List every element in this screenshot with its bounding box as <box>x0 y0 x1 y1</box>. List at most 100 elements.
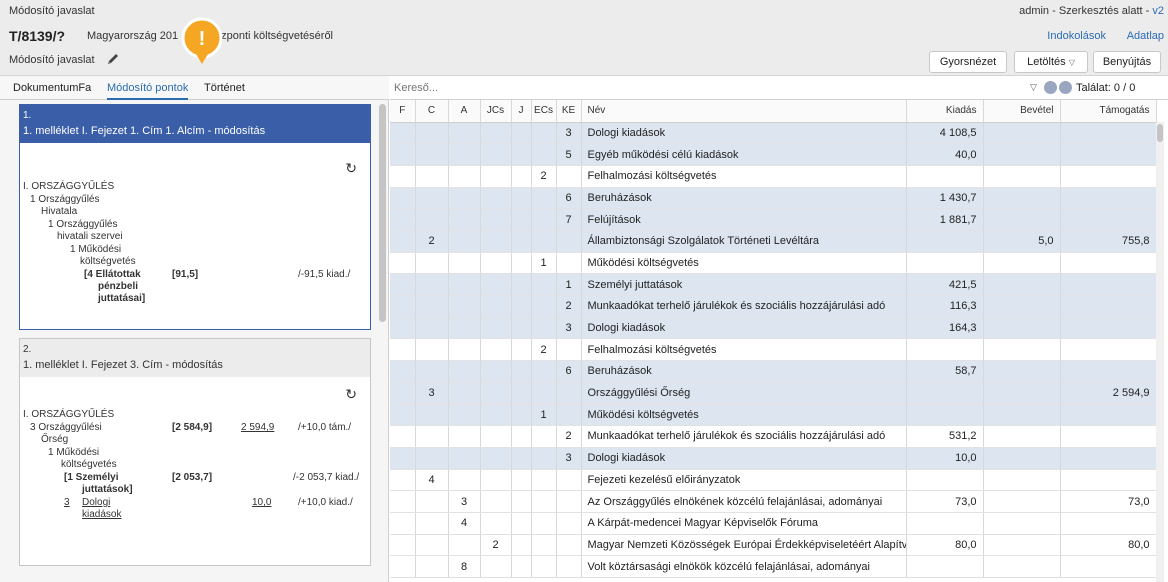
tree-new-value: 2 594,9 <box>241 422 275 433</box>
table-row[interactable]: 5 Egyéb működési célú kiadások 40,0 <box>390 143 1157 166</box>
cell-bevetel <box>983 208 1061 231</box>
cell-tamogatas <box>1060 317 1157 340</box>
alert-symbol: ! <box>199 28 206 50</box>
col-header-f[interactable]: F <box>390 100 416 123</box>
indoklasok-link[interactable]: Indokolások <box>1047 30 1106 42</box>
app-title: Módosító javaslat <box>9 5 95 17</box>
cell-nev: Dologi kiadások <box>581 317 907 340</box>
cell-j <box>511 534 532 557</box>
alert-icon[interactable]: ! <box>176 14 228 66</box>
col-header-a[interactable]: A <box>448 100 481 123</box>
cell-kiadas <box>906 230 984 253</box>
cell-nev: Működési költségvetés <box>581 252 907 275</box>
cell-a <box>448 208 481 231</box>
tree-change: /-91,5 kiad./ <box>298 269 351 280</box>
table-row[interactable]: 4 Fejezeti kezelésű előirányzatok <box>390 469 1157 492</box>
col-header-jcs[interactable]: JCs <box>480 100 512 123</box>
tab-dokumentumfa[interactable]: DokumentumFa <box>13 82 91 94</box>
pencil-icon[interactable] <box>106 52 120 66</box>
cell-jcs <box>480 317 512 340</box>
undo-icon[interactable]: ↻ <box>345 386 357 403</box>
cell-c <box>415 187 449 210</box>
tab-modosito-pontok[interactable]: Módosító pontok <box>107 82 189 100</box>
table-row[interactable]: 3 Dologi kiadások 10,0 <box>390 447 1157 470</box>
table-row[interactable]: 1 Működési költségvetés <box>390 252 1157 275</box>
col-header-tamogatas[interactable]: Támogatás <box>1060 100 1157 123</box>
col-header-nev[interactable]: Név <box>581 100 907 123</box>
prev-result-icon[interactable] <box>1044 81 1057 94</box>
tree-text: juttatások] <box>82 484 133 495</box>
table-row[interactable]: 2 Munkaadókat terhelő járulékok és szociá… <box>390 295 1157 318</box>
table-row[interactable]: 3 Dologi kiadások 164,3 <box>390 317 1157 340</box>
cell-nev: Személyi juttatások <box>581 273 907 296</box>
cell-ke: 2 <box>556 295 582 318</box>
table-scroll-thumb[interactable] <box>1157 124 1163 142</box>
budget-table: F C A JCs J ECs KE Név Kiadás Bevétel Tá… <box>390 100 1157 578</box>
table-scrollbar[interactable] <box>1156 122 1164 582</box>
next-result-icon[interactable] <box>1059 81 1072 94</box>
gyorsnezet-button[interactable]: Gyorsnézet <box>929 51 1007 73</box>
cell-nev: Munkaadókat terhelő járulékok és szociál… <box>581 425 907 448</box>
table-row[interactable]: 2 Magyar Nemzeti Közösségek Európai Érdek… <box>390 534 1157 557</box>
cell-ecs <box>531 490 557 513</box>
cell-j <box>511 295 532 318</box>
tree-value: [2 584,9] <box>172 422 213 433</box>
col-header-j[interactable]: J <box>511 100 532 123</box>
table-row[interactable]: 7 Felújítások 1 881,7 <box>390 208 1157 231</box>
col-header-ke[interactable]: KE <box>556 100 582 123</box>
amendment-card[interactable]: 1. 1. melléklet I. Fejezet 1. Cím 1. Alc… <box>19 104 371 330</box>
cell-jcs <box>480 382 512 405</box>
card-number: 2. <box>23 344 32 355</box>
table-row[interactable]: 4 A Kárpát-medencei Magyar Képviselők Fór… <box>390 512 1157 535</box>
undo-icon[interactable]: ↻ <box>345 160 357 177</box>
benyujtas-button[interactable]: Benyújtás <box>1093 51 1161 73</box>
cell-kiadas: 40,0 <box>906 143 984 166</box>
cell-ecs <box>531 447 557 470</box>
cell-jcs <box>480 187 512 210</box>
left-panel: DokumentumFa Módosító pontok Történet 1.… <box>0 76 389 582</box>
table-row[interactable]: 6 Beruházások 1 430,7 <box>390 187 1157 210</box>
cell-tamogatas <box>1060 273 1157 296</box>
cell-ke <box>556 338 582 362</box>
cell-jcs <box>480 447 512 470</box>
cell-ecs <box>531 512 557 535</box>
table-row[interactable]: 6 Beruházások 58,7 <box>390 360 1157 383</box>
tab-tortenet[interactable]: Történet <box>204 82 245 94</box>
left-scrollbar[interactable] <box>379 104 386 322</box>
cell-ecs: 1 <box>531 403 557 427</box>
table-row[interactable]: 3 Dologi kiadások 4 108,5 <box>390 122 1157 145</box>
version-link[interactable]: v2 <box>1152 5 1164 17</box>
table-row[interactable]: 1 Személyi juttatások 421,5 <box>390 273 1157 296</box>
col-header-ecs[interactable]: ECs <box>531 100 557 123</box>
cell-tamogatas <box>1060 403 1157 427</box>
cell-tamogatas <box>1060 295 1157 318</box>
table-row[interactable]: 2 Munkaadókat terhelő járulékok és szociá… <box>390 425 1157 448</box>
adatlap-link[interactable]: Adatlap <box>1127 30 1164 42</box>
tree-text: költségvetés <box>80 256 136 267</box>
table-row[interactable]: 3 Országgyűlési Őrség 2 594,9 <box>390 382 1157 405</box>
card-title: 1. melléklet I. Fejezet 3. Cím - módosít… <box>23 359 223 371</box>
table-row[interactable]: 1 Működési költségvetés <box>390 403 1157 427</box>
col-header-bevetel[interactable]: Bevétel <box>983 100 1061 123</box>
tree-text: 1 Országgyűlés <box>48 219 118 230</box>
cell-tamogatas: 2 594,9 <box>1060 382 1157 405</box>
search-input[interactable] <box>394 79 1022 97</box>
cell-ke <box>556 534 582 557</box>
cell-c <box>415 317 449 340</box>
cell-nev: Beruházások <box>581 187 907 210</box>
cell-f <box>390 512 416 535</box>
table-row[interactable]: 8 Volt köztársasági elnökök közcélú felaj… <box>390 555 1157 578</box>
cell-bevetel <box>983 143 1061 166</box>
table-row[interactable]: 2 Felhalmozási költségvetés <box>390 165 1157 188</box>
document-title-a: Magyarország 201 <box>87 30 179 42</box>
amendment-card[interactable]: 2. 1. melléklet I. Fejezet 3. Cím - módo… <box>19 338 371 566</box>
table-row[interactable]: 2 Állambiztonsági Szolgálatok Történeti L… <box>390 230 1157 253</box>
chevron-down-icon[interactable]: ▽ <box>1030 82 1037 93</box>
amendment-list[interactable]: 1. 1. melléklet I. Fejezet 1. Cím 1. Alc… <box>0 100 389 582</box>
table-row[interactable]: 2 Felhalmozási költségvetés <box>390 338 1157 362</box>
col-header-kiadas[interactable]: Kiadás <box>906 100 984 123</box>
right-panel: ▽ Találat: 0 / 0 F C A JCs J ECs KE Név … <box>390 76 1168 582</box>
table-row[interactable]: 3 Az Országgyűlés elnökének közcélú felaj… <box>390 490 1157 513</box>
letoltes-button[interactable]: Letöltés ▽ <box>1014 51 1088 73</box>
col-header-c[interactable]: C <box>415 100 449 123</box>
